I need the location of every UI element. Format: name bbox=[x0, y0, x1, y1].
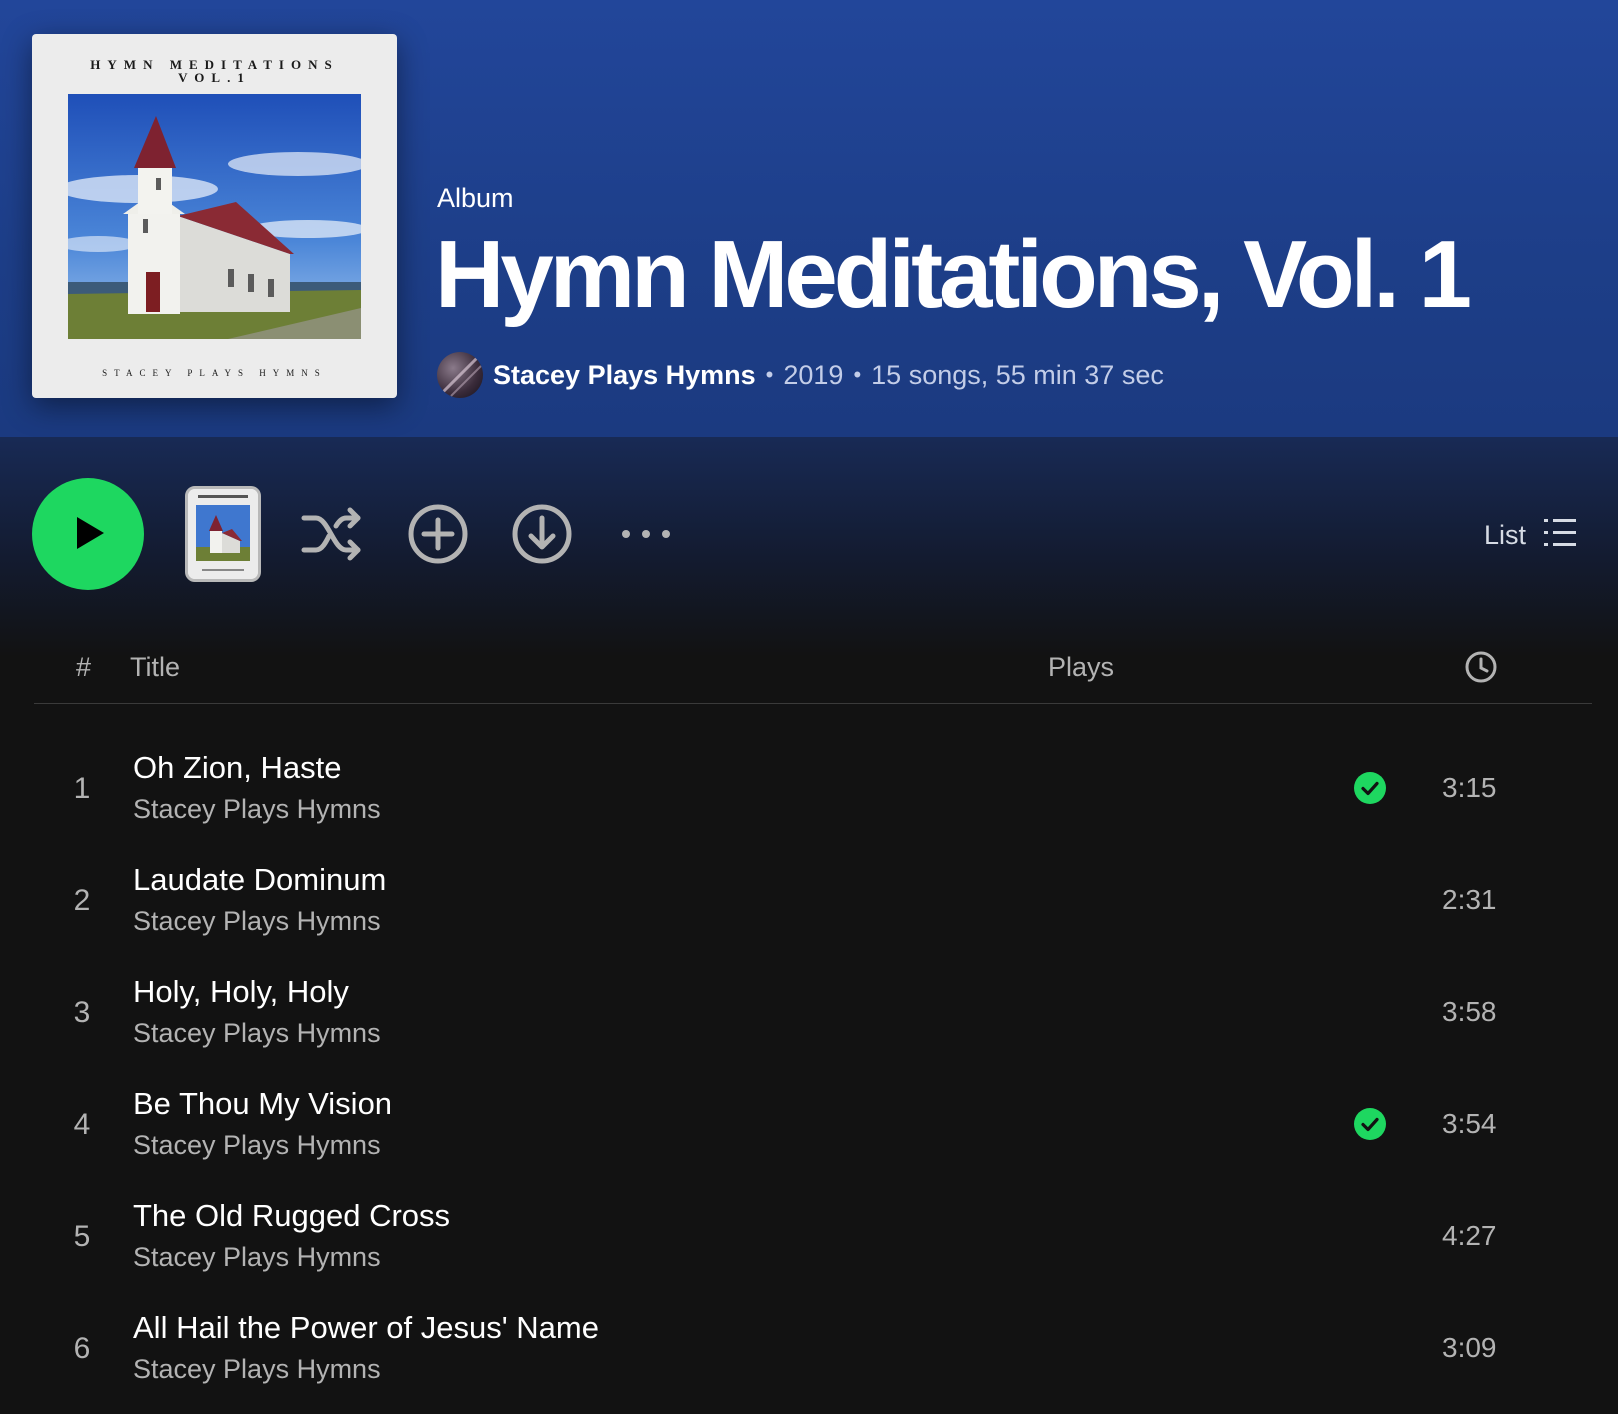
view-toggle-label: List bbox=[1484, 519, 1527, 550]
view-toggle-button[interactable]: List bbox=[1484, 515, 1577, 555]
cover-title-line2: VOL.1 bbox=[178, 70, 251, 85]
track-row[interactable]: 1 Oh Zion, Haste Stacey Plays Hymns 3:15 bbox=[34, 740, 1592, 852]
track-number: 4 bbox=[73, 1108, 91, 1141]
track-row[interactable]: 5 The Old Rugged Cross Stacey Plays Hymn… bbox=[34, 1188, 1592, 1300]
track-artist[interactable]: Stacey Plays Hymns bbox=[133, 1018, 381, 1049]
track-number: 3 bbox=[73, 996, 91, 1029]
cover-artist: STACEY PLAYS HYMNS bbox=[102, 368, 327, 378]
track-artist[interactable]: Stacey Plays Hymns bbox=[133, 906, 381, 937]
more-icon[interactable] bbox=[614, 518, 678, 550]
play-button[interactable] bbox=[32, 478, 144, 590]
track-title[interactable]: Be Thou My Vision bbox=[133, 1086, 392, 1122]
album-summary: 15 songs, 55 min 37 sec bbox=[871, 359, 1164, 390]
download-circle-icon[interactable] bbox=[510, 502, 574, 566]
shuffle-icon[interactable] bbox=[300, 502, 364, 566]
album-cover: HYMN MEDITATIONS VOL.1 STACEY PLAYS HYMN… bbox=[32, 34, 397, 398]
album-title: Hymn Meditations, Vol. 1 bbox=[435, 221, 1472, 328]
track-row[interactable]: 4 Be Thou My Vision Stacey Plays Hymns 3… bbox=[34, 1076, 1592, 1188]
track-number: 1 bbox=[73, 772, 91, 805]
artist-avatar[interactable] bbox=[437, 352, 483, 398]
track-duration: 3:15 bbox=[1442, 772, 1497, 803]
list-icon bbox=[1544, 518, 1577, 553]
track-row[interactable]: 2 Laudate Dominum Stacey Plays Hymns 2:3… bbox=[34, 852, 1592, 964]
track-artist[interactable]: Stacey Plays Hymns bbox=[133, 1354, 381, 1385]
track-row[interactable]: 3 Holy, Holy, Holy Stacey Plays Hymns 3:… bbox=[34, 964, 1592, 1076]
album-page: HYMN MEDITATIONS VOL.1 STACEY PLAYS HYMN… bbox=[0, 0, 1618, 1414]
track-title[interactable]: Oh Zion, Haste bbox=[133, 750, 341, 786]
track-duration: 3:54 bbox=[1442, 1108, 1497, 1139]
track-title[interactable]: All Hail the Power of Jesus' Name bbox=[133, 1310, 599, 1346]
album-meta: Stacey Plays Hymns • 2019 • 15 songs, 55… bbox=[437, 352, 1164, 398]
track-row[interactable]: 6 All Hail the Power of Jesus' Name Stac… bbox=[34, 1300, 1592, 1412]
meta-separator: • bbox=[853, 362, 862, 387]
add-circle-icon[interactable] bbox=[406, 502, 470, 566]
track-number: 2 bbox=[73, 884, 91, 917]
saved-check-icon[interactable] bbox=[1354, 772, 1386, 809]
column-title[interactable]: Title bbox=[130, 652, 180, 683]
artist-link[interactable]: Stacey Plays Hymns bbox=[493, 360, 756, 391]
album-type-label: Album bbox=[437, 183, 514, 213]
track-duration: 2:31 bbox=[1442, 884, 1497, 915]
track-artist[interactable]: Stacey Plays Hymns bbox=[133, 1242, 381, 1273]
mini-cover-preview[interactable] bbox=[185, 486, 261, 582]
track-number: 6 bbox=[73, 1332, 91, 1365]
track-duration: 3:58 bbox=[1442, 996, 1497, 1027]
track-artist[interactable]: Stacey Plays Hymns bbox=[133, 794, 381, 825]
column-number: # bbox=[76, 652, 92, 682]
cover-title: HYMN MEDITATIONS VOL.1 bbox=[32, 58, 397, 84]
cover-church-image bbox=[68, 94, 361, 339]
track-duration: 4:27 bbox=[1442, 1220, 1497, 1251]
saved-check-icon[interactable] bbox=[1354, 1108, 1386, 1145]
release-year: 2019 bbox=[783, 359, 844, 390]
track-title[interactable]: Laudate Dominum bbox=[133, 862, 386, 898]
clock-icon[interactable] bbox=[1464, 650, 1498, 689]
album-header: HYMN MEDITATIONS VOL.1 STACEY PLAYS HYMN… bbox=[0, 0, 1618, 437]
track-number: 5 bbox=[73, 1220, 91, 1253]
track-title[interactable]: The Old Rugged Cross bbox=[133, 1198, 450, 1234]
column-plays[interactable]: Plays bbox=[1048, 652, 1114, 683]
track-title[interactable]: Holy, Holy, Holy bbox=[133, 974, 349, 1010]
track-artist[interactable]: Stacey Plays Hymns bbox=[133, 1130, 381, 1161]
meta-separator: • bbox=[765, 362, 774, 387]
play-icon bbox=[68, 513, 108, 556]
track-table-header: # Title Plays bbox=[34, 640, 1592, 704]
track-duration: 3:09 bbox=[1442, 1332, 1497, 1363]
